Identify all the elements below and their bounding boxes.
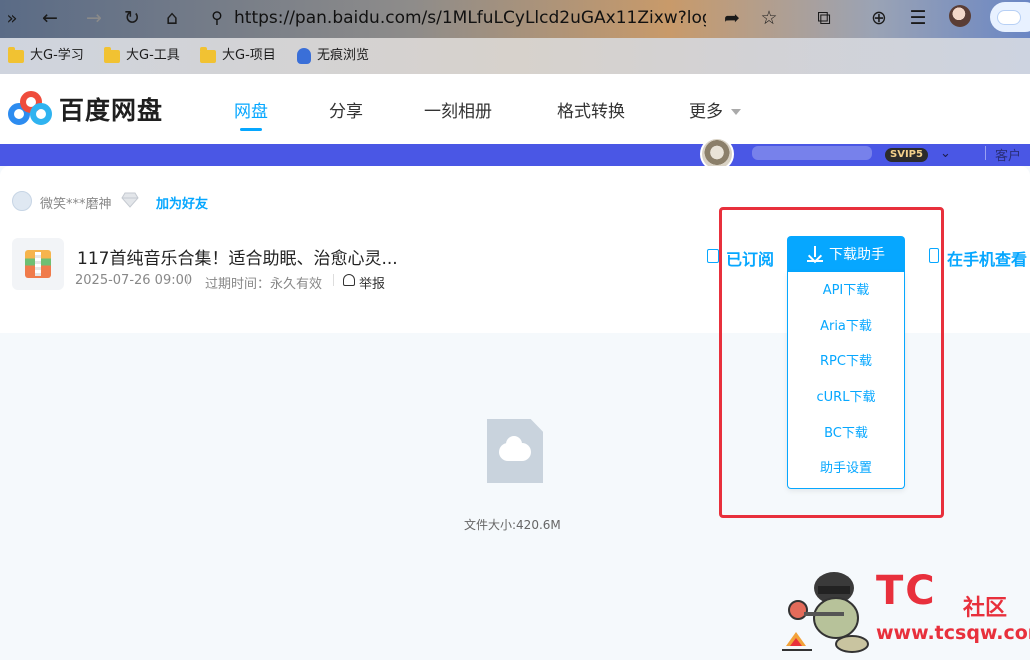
bookmark-label: 大G-学习	[30, 48, 84, 63]
forward-icon[interactable]: →	[80, 4, 108, 32]
view-on-phone-button[interactable]: 在手机查看	[947, 246, 1027, 270]
address-bar-url: https://pan.baidu.com/s/1MLfuLCyLlcd2uGA…	[234, 8, 706, 28]
nav-more-label: 更多	[689, 102, 723, 122]
chevron-down-icon	[731, 109, 741, 115]
diamond-icon	[121, 192, 139, 208]
share-date: 2025-07-26 09:00	[75, 273, 193, 288]
folder-icon	[200, 46, 216, 63]
file-meta: 2025-07-26 09:00 过期时间：永久有效 举报	[75, 273, 385, 292]
nav-item-more[interactable]: 更多	[689, 97, 741, 122]
bookmark-item[interactable]: 大G-工具	[104, 46, 180, 66]
logo-text[interactable]: 百度网盘	[59, 91, 163, 127]
cloud-file-icon	[487, 419, 543, 483]
report-link[interactable]: 举报	[359, 273, 385, 292]
profile-avatar[interactable]	[949, 5, 971, 27]
site-header: 百度网盘 网盘 分享 一刻相册 格式转换 更多	[0, 74, 1030, 144]
add-friend-link[interactable]: 加为好友	[156, 193, 208, 212]
chevron-down-icon[interactable]: ⌄	[940, 146, 951, 161]
expiry-text: 过期时间：永久有效	[205, 277, 323, 292]
bookmark-item[interactable]: 大G-项目	[200, 46, 276, 66]
download-icon[interactable]: ⊕	[865, 4, 893, 32]
browser-toolbar: » ← → ↻ ⌂ ⚲ https://pan.baidu.com/s/1MLf…	[0, 0, 1030, 38]
sharer-avatar[interactable]	[12, 191, 32, 211]
menu-icon[interactable]: ☰	[904, 4, 932, 32]
watermark-mascot-icon	[782, 572, 869, 653]
user-band	[0, 144, 1030, 166]
watermark-community: 社区	[963, 596, 1008, 621]
archive-file-icon	[12, 238, 64, 290]
baidu-netdisk-logo-icon[interactable]	[8, 91, 52, 129]
nav-item-share[interactable]: 分享	[329, 97, 363, 122]
home-icon[interactable]: ⌂	[158, 4, 186, 32]
extensions-icon[interactable]: ⧉	[810, 4, 838, 32]
file-size: 文件大小:420.6M	[464, 518, 561, 532]
folder-icon	[8, 46, 24, 63]
nav-item-netdisk[interactable]: 网盘	[234, 97, 268, 122]
user-name-blurred	[752, 146, 872, 160]
divider	[985, 146, 986, 160]
back-icon[interactable]: ←	[36, 4, 64, 32]
highlight-box	[719, 207, 944, 518]
share-icon[interactable]: ➦	[718, 4, 746, 32]
subscribe-icon	[707, 249, 719, 263]
bookmark-item[interactable]: 无痕浏览	[297, 46, 369, 66]
reload-icon[interactable]: ↻	[118, 4, 146, 32]
active-tab-indicator	[240, 128, 262, 131]
client-link[interactable]: 客户	[995, 145, 1021, 164]
watermark-brand: TC	[876, 568, 937, 614]
bookmark-label: 无痕浏览	[317, 48, 370, 63]
bookmark-label: 大G-工具	[126, 48, 180, 63]
address-bar[interactable]: ⚲ https://pan.baidu.com/s/1MLfuLCyLlcd2u…	[206, 4, 706, 32]
sidebar-toggle-icon[interactable]: »	[2, 5, 22, 33]
report-icon[interactable]	[343, 274, 355, 286]
nav-item-album[interactable]: 一刻相册	[424, 97, 492, 122]
file-title: 117首纯音乐合集！适合助眠、治愈心灵...	[77, 249, 398, 269]
watermark-url: www.tcsqw.com	[876, 622, 1030, 644]
star-icon[interactable]: ☆	[755, 4, 783, 32]
folder-icon	[104, 46, 120, 63]
svip-badge: SVIP5	[885, 148, 928, 162]
cloud-sync-icon[interactable]	[990, 2, 1030, 32]
bookmark-label: 大G-项目	[222, 48, 276, 63]
nav-item-format-convert[interactable]: 格式转换	[557, 97, 625, 122]
sharer-name: 微笑***磨神	[40, 197, 112, 212]
shield-icon	[297, 48, 311, 64]
bookmark-item[interactable]: 大G-学习	[8, 46, 84, 66]
search-icon: ⚲	[211, 8, 223, 27]
bookmarks-bar: 大G-学习 大G-工具 大G-项目 无痕浏览	[0, 38, 1030, 74]
